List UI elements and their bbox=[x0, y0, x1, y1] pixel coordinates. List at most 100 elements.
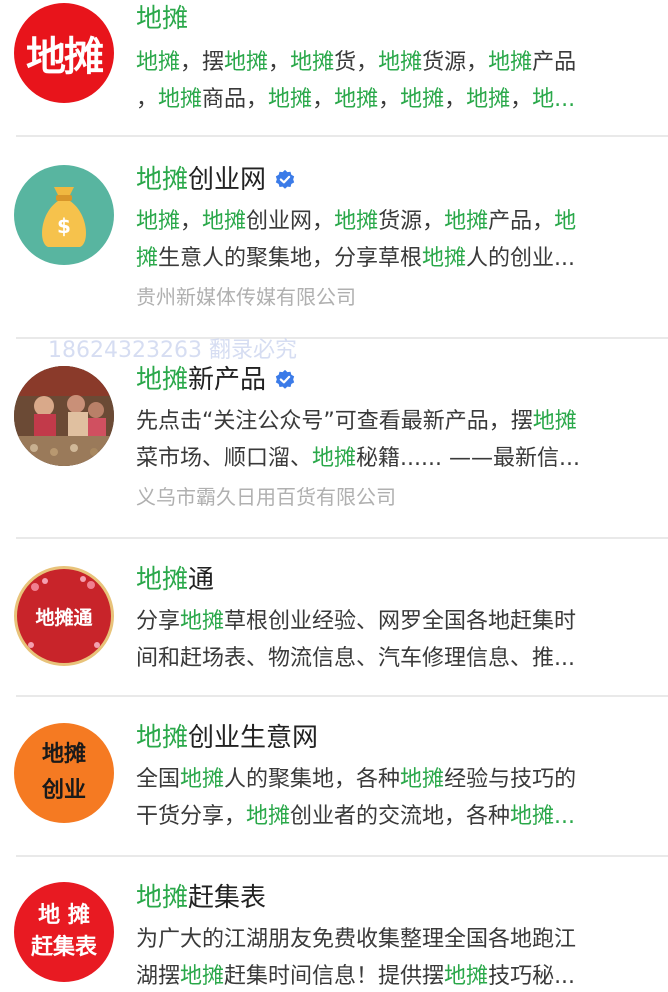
result-description: 为广大的江湖朋友免费收集整理全国各地跑江 湖摆地摊赶集时间信息！提供摆地摊技巧秘.… bbox=[136, 921, 648, 992]
description-line: 间和赶场表、物流信息、汽车修理信息、推... bbox=[136, 640, 648, 677]
description-segment: 生意人的聚集地，分享草根 bbox=[158, 246, 423, 271]
result-title: 地摊 创业生意网 bbox=[136, 721, 318, 755]
result-item-ditantong[interactable]: 地摊通 地摊通 分享地摊草根创业经验、网罗全国各地赶集时 间和赶场表、物流信息、汽… bbox=[0, 539, 668, 695]
verified-badge-icon bbox=[275, 169, 295, 189]
result-description: 地摊，摆地摊，地摊货，地摊货源，地摊产品 ，地摊商品，地摊，地摊，地摊，地摊，地.… bbox=[136, 44, 648, 118]
result-item-ditan[interactable]: 地摊 地摊 地摊，摆地摊，地摊货，地摊货源，地摊产品 ，地摊商品，地摊，地摊，地摊… bbox=[0, 0, 668, 136]
description-segment: 产品， bbox=[488, 209, 555, 234]
svg-text:$: $ bbox=[57, 214, 71, 238]
description-segment: 创业者的交流地，各种 bbox=[290, 804, 511, 829]
description-segment: 摊 bbox=[136, 246, 159, 271]
ditantong-logo-avatar: 地摊通 bbox=[14, 566, 114, 666]
description-segment: 地摊 bbox=[532, 409, 577, 434]
title-segment: 地摊 bbox=[136, 565, 189, 595]
description-segment: 干货分享， bbox=[136, 804, 247, 829]
result-description: 地摊，地摊创业网，地摊货源，地摊产品，地 摊生意人的聚集地，分享草根地摊人的创业.… bbox=[136, 203, 648, 277]
title-segment: 地摊 bbox=[136, 723, 189, 753]
avatar-logo-text: 地摊 bbox=[26, 33, 104, 80]
result-account-owner: 义乌市霸久日用百货有限公司 bbox=[136, 485, 396, 509]
avatar-logo-text: 地摊 bbox=[41, 742, 86, 767]
description-line: 干货分享，地摊创业者的交流地，各种地摊... bbox=[136, 798, 648, 835]
result-description: 全国地摊人的聚集地，各种地摊经验与技巧的 干货分享，地摊创业者的交流地，各种地摊.… bbox=[136, 761, 648, 835]
description-segment: 地摊 bbox=[334, 209, 379, 234]
description-segment: 创业网， bbox=[246, 209, 335, 234]
description-line: 分享地摊草根创业经验、网罗全国各地赶集时 bbox=[136, 603, 648, 640]
description-segment: 地摊 bbox=[378, 50, 423, 75]
result-item-ditan-chuangyeshengyiwang[interactable]: 地摊 创业 地摊 创业生意网 全国地摊人的聚集地，各种地摊经验与技巧的 干货分享，地… bbox=[0, 697, 668, 855]
description-segment: 地摊 bbox=[136, 50, 181, 75]
result-title: 地摊 新产品 bbox=[136, 363, 296, 397]
description-segment: 地... bbox=[532, 87, 576, 112]
description-segment: 地摊... bbox=[510, 804, 576, 829]
title-segment: 创业生意网 bbox=[188, 723, 319, 753]
avatar-logo-text: 地 摊 bbox=[38, 903, 90, 928]
ganjibiao-logo-avatar: 地 摊 赶集表 bbox=[14, 882, 114, 982]
market-photo-avatar bbox=[14, 366, 114, 466]
description-segment: 货源， bbox=[422, 50, 489, 75]
ditan-chuangye-logo-avatar: 地摊 创业 bbox=[14, 723, 114, 823]
money-bag-icon-graphic: $ bbox=[42, 187, 86, 247]
description-segment: 间和赶场表、物流信息、汽车修理信息、推... bbox=[136, 646, 575, 671]
description-segment: 技巧秘... bbox=[488, 964, 576, 989]
description-segment: 地摊 bbox=[268, 87, 313, 112]
description-segment: 人的创业... bbox=[466, 246, 576, 271]
description-segment: ， bbox=[378, 87, 401, 112]
description-segment: 地摊 bbox=[158, 87, 203, 112]
description-segment: 菜市场、顺口溜、 bbox=[136, 446, 313, 471]
description-segment: 地摊 bbox=[180, 964, 225, 989]
result-title: 地摊 bbox=[136, 2, 188, 36]
result-title: 地摊 创业网 bbox=[136, 163, 296, 197]
description-segment: 地摊 bbox=[224, 50, 269, 75]
description-segment: 人的聚集地，各种 bbox=[224, 767, 401, 792]
description-segment: ，摆 bbox=[180, 50, 225, 75]
description-segment: 地摊 bbox=[400, 87, 445, 112]
title-segment: 通 bbox=[188, 565, 215, 595]
description-segment: 地摊 bbox=[136, 209, 181, 234]
description-line: 全国地摊人的聚集地，各种地摊经验与技巧的 bbox=[136, 761, 648, 798]
description-segment: 地摊 bbox=[466, 87, 511, 112]
description-segment: 商品， bbox=[202, 87, 269, 112]
description-segment: 货源， bbox=[378, 209, 445, 234]
description-segment: 经验与技巧的 bbox=[444, 767, 577, 792]
description-segment: 分享 bbox=[136, 609, 181, 634]
market-photo-graphic bbox=[14, 366, 114, 466]
title-segment: 创业网 bbox=[188, 165, 267, 195]
result-item-ditan-chuangyewang[interactable]: $ 地摊 创业网 地摊，地摊创业网，地摊货源，地摊产品，地 摊生意人的聚集地，分享草… bbox=[0, 137, 668, 337]
description-segment: 产品 bbox=[532, 50, 577, 75]
description-segment: 地摊 bbox=[400, 767, 445, 792]
description-segment: ， bbox=[136, 87, 159, 112]
result-item-ditan-ganjibiao[interactable]: 地 摊 赶集表 地摊 赶集表 为广大的江湖朋友免费收集整理全国各地跑江 湖摆地摊赶集… bbox=[0, 857, 668, 992]
description-line: ，地摊商品，地摊，地摊，地摊，地摊，地... bbox=[136, 81, 648, 118]
description-segment: ， bbox=[268, 50, 291, 75]
description-segment: 地摊 bbox=[488, 50, 533, 75]
description-segment: 地摊 bbox=[312, 446, 357, 471]
avatar-logo-text: 地摊通 bbox=[35, 606, 93, 629]
description-segment: 为广大的江湖朋友免费收集整理全国各地跑江 bbox=[136, 927, 577, 952]
result-title: 地摊通 bbox=[136, 563, 214, 597]
description-segment: 地摊 bbox=[422, 246, 467, 271]
result-description: 先点击“关注公众号”可查看最新产品，摆地摊 菜市场、顺口溜、地摊秘籍...... … bbox=[136, 403, 648, 477]
description-segment: 湖摆 bbox=[136, 964, 181, 989]
result-item-ditan-xinchanpin[interactable]: 地摊 新产品 先点击“关注公众号”可查看最新产品，摆地摊 菜市场、顺口溜、地摊秘籍.… bbox=[0, 339, 668, 537]
description-line: 为广大的江湖朋友免费收集整理全国各地跑江 bbox=[136, 921, 648, 958]
description-segment: ， bbox=[180, 209, 203, 234]
description-line: 摊生意人的聚集地，分享草根地摊人的创业... bbox=[136, 240, 648, 277]
result-title: 地摊 赶集表 bbox=[136, 881, 266, 915]
result-description: 分享地摊草根创业经验、网罗全国各地赶集时间和赶场表、物流信息、汽车修理信息、推.… bbox=[136, 603, 648, 677]
description-segment: 草根创业经验、网罗全国各地赶集时 bbox=[224, 609, 577, 634]
description-line: 地摊，摆地摊，地摊货，地摊货源，地摊产品 bbox=[136, 44, 648, 81]
description-line: 地摊，地摊创业网，地摊货源，地摊产品，地 bbox=[136, 203, 648, 240]
description-segment: 地摊 bbox=[334, 87, 379, 112]
description-line: 先点击“关注公众号”可查看最新产品，摆地摊 bbox=[136, 403, 648, 440]
description-segment: 赶集时间信息！提供摆 bbox=[224, 964, 445, 989]
description-segment: ， bbox=[312, 87, 335, 112]
avatar-logo-text: 赶集表 bbox=[30, 935, 97, 960]
description-segment: 地摊 bbox=[444, 964, 489, 989]
title-segment: 地摊 bbox=[136, 883, 189, 913]
description-segment: 地摊 bbox=[290, 50, 335, 75]
description-line: 湖摆地摊赶集时间信息！提供摆地摊技巧秘... bbox=[136, 958, 648, 992]
description-segment: ， bbox=[510, 87, 533, 112]
title-segment: 赶集表 bbox=[188, 883, 267, 913]
title-segment: 地摊 bbox=[136, 165, 189, 195]
description-segment: 地摊 bbox=[246, 804, 291, 829]
